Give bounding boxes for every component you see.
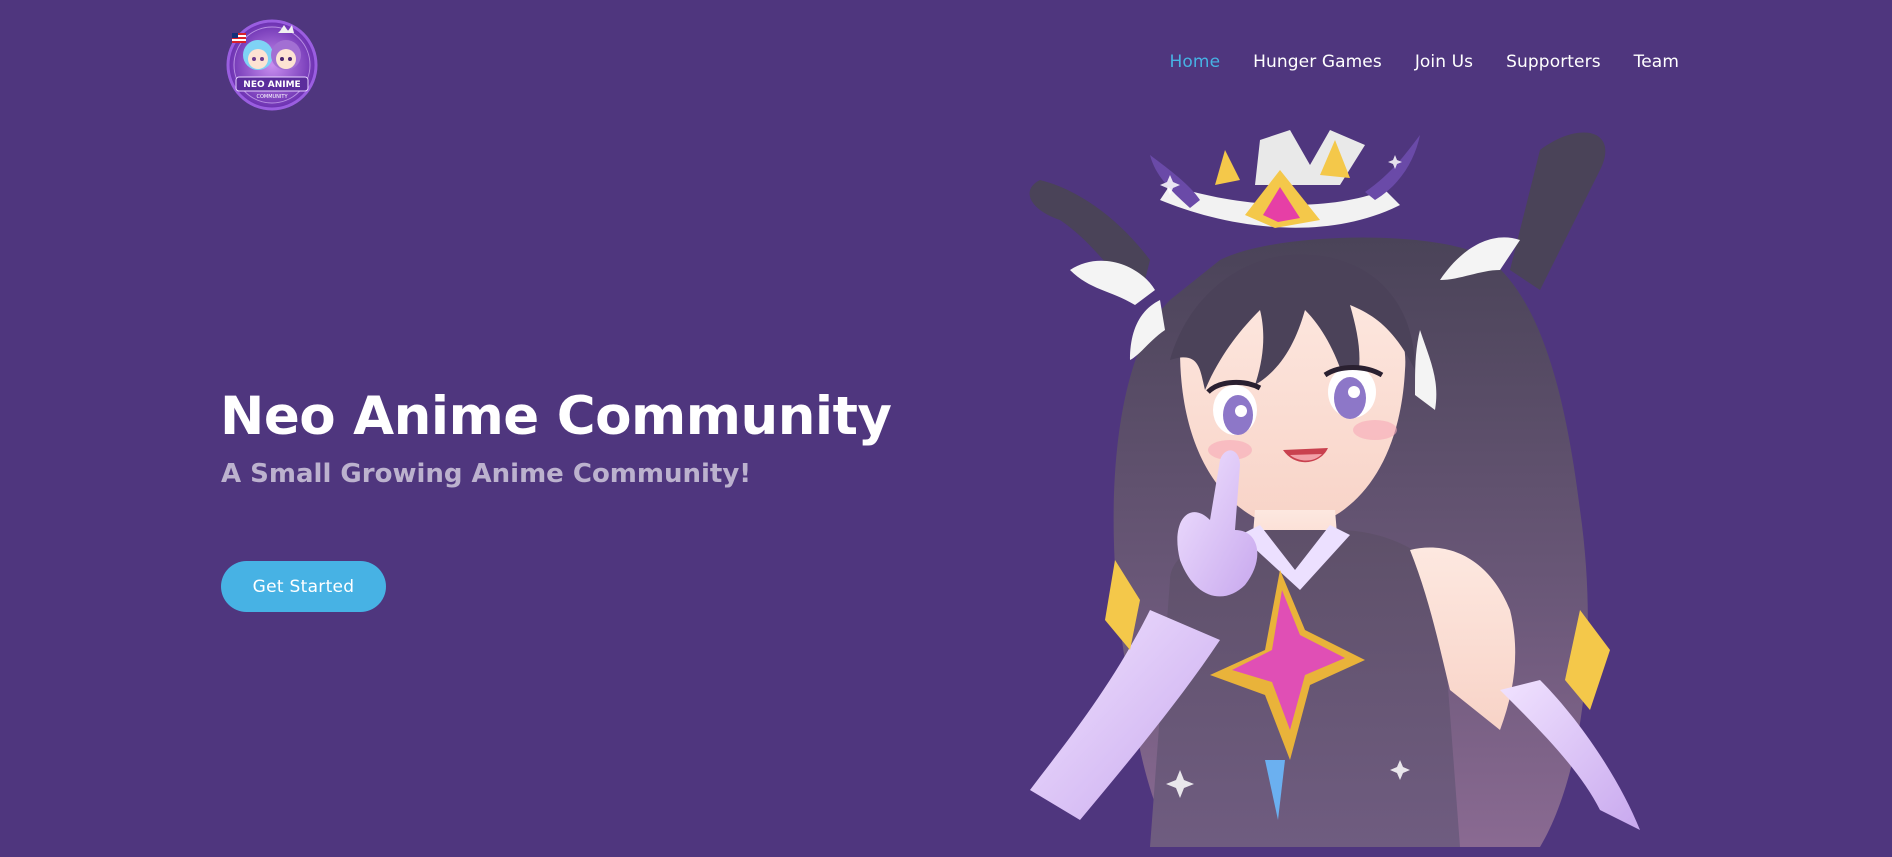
hero-illustration bbox=[1020, 130, 1680, 847]
nav-hunger-games[interactable]: Hunger Games bbox=[1253, 52, 1382, 72]
anime-girl-illustration bbox=[1029, 130, 1640, 847]
svg-text:COMMUNITY: COMMUNITY bbox=[256, 94, 288, 100]
main-nav: Home Hunger Games Join Us Supporters Tea… bbox=[1170, 52, 1679, 72]
hero-title: Neo Anime Community bbox=[220, 386, 892, 447]
get-started-button[interactable]: Get Started bbox=[221, 561, 386, 612]
hero-subtitle: A Small Growing Anime Community! bbox=[221, 459, 752, 489]
nav-join-us[interactable]: Join Us bbox=[1415, 52, 1473, 72]
page: NEO ANIME COMMUNITY Home Hunger Games Jo… bbox=[0, 0, 1892, 857]
site-logo[interactable]: NEO ANIME COMMUNITY bbox=[222, 15, 322, 115]
nav-supporters[interactable]: Supporters bbox=[1506, 52, 1601, 72]
svg-text:NEO ANIME: NEO ANIME bbox=[243, 80, 300, 90]
community-logo-icon: NEO ANIME COMMUNITY bbox=[226, 19, 318, 111]
nav-team[interactable]: Team bbox=[1634, 52, 1679, 72]
nav-home[interactable]: Home bbox=[1170, 52, 1221, 72]
